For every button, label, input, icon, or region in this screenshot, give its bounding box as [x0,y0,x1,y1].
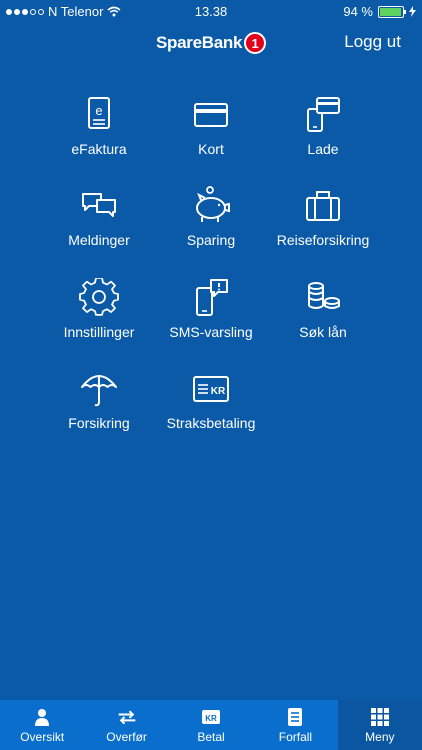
menu-item-label: Lade [307,141,339,157]
efaktura-icon: e [88,97,110,129]
umbrella-icon [81,375,117,407]
sms-alert-icon [196,279,228,316]
menu-item-forsikring[interactable]: Forsikring [34,369,164,439]
menu-item-label: Reiseforsikring [276,232,370,248]
menu-item-label: SMS-varsling [169,324,253,340]
tab-label: Meny [365,730,395,744]
piggy-bank-icon [196,186,230,222]
menu-item-kort[interactable]: Kort [146,95,276,165]
grid-icon [370,708,389,726]
tab-oversikt[interactable]: Oversikt [0,700,84,750]
suitcase-icon [306,191,340,221]
kr-text: KR [205,714,217,723]
tab-betal[interactable]: KR Betal [169,700,253,750]
menu-item-innstillinger[interactable]: Innstillinger [34,278,164,348]
menu-item-label: Kort [198,141,224,157]
document-icon [288,708,303,726]
person-icon [35,709,50,726]
menu-item-sok-lan[interactable]: Søk lån [258,278,388,348]
tab-label: Betal [197,730,225,744]
menu-item-straksbetaling[interactable]: KR Straksbetaling [146,369,276,439]
gear-icon [79,278,119,316]
battery-percent: 94 % [343,4,373,19]
menu-item-sms-varsling[interactable]: SMS-varsling [146,278,276,348]
tab-bar: Oversikt Overfør KR Betal Forfall Meny [0,700,422,750]
menu-item-label: Forsikring [68,415,130,431]
menu-item-reiseforsikring[interactable]: Reiseforsikring [258,186,388,256]
lade-icon [307,97,340,132]
tab-label: Forfall [278,730,313,744]
logout-button[interactable]: Logg ut [344,32,401,52]
tab-label: Oversikt [20,730,65,744]
status-right: 94 % [343,4,416,19]
charging-bolt-icon [409,6,416,17]
coins-icon [308,282,340,309]
menu-item-sparing[interactable]: Sparing [146,186,276,256]
menu-item-label: Søk lån [299,324,347,340]
kr-icon: KR [202,710,221,724]
instant-payment-icon: KR [193,376,229,402]
menu-item-meldinger[interactable]: Meldinger [34,186,164,256]
sparebank-logo: SpareBank 1 [156,32,267,54]
menu-item-label: Meldinger [68,232,130,248]
battery-icon [378,5,406,18]
menu-item-lade[interactable]: Lade [258,95,388,165]
menu-item-label: Innstillinger [63,324,135,340]
menu-item-label: Sparing [186,232,236,248]
app-header: SpareBank 1 Logg ut [0,22,422,66]
brand-name: SpareBank [156,33,243,52]
svg-text:e: e [95,103,102,118]
card-icon [194,103,228,127]
kr-glyph: KR [211,386,226,397]
tab-label: Overfør [106,730,147,744]
menu-item-label: eFaktura [71,141,127,157]
tab-forfall[interactable]: Forfall [253,700,337,750]
transfer-icon [118,710,135,725]
tab-overfor[interactable]: Overfør [84,700,168,750]
brand-badge: 1 [244,32,267,54]
tab-meny[interactable]: Meny [337,700,422,750]
messages-icon [82,193,116,217]
status-bar: N Telenor 13.38 94 % [0,0,422,22]
menu-item-label: Straksbetaling [166,415,256,431]
menu-item-efaktura[interactable]: e eFaktura [34,95,164,165]
